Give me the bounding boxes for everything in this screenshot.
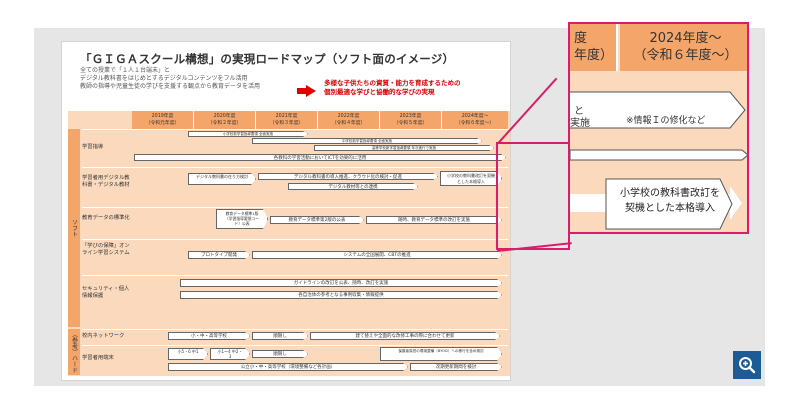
roadmap-bar: 公立小・中・高等学校（環境整備など各計画）	[168, 363, 408, 371]
roadmap-bar: 小学校新学習指導要領 全面実施	[188, 131, 308, 137]
year-label: 2020年度	[213, 114, 236, 119]
roadmap-bar: 次期更新期間を検討	[410, 363, 502, 371]
hard-tab: （参考）ハード	[68, 329, 80, 375]
callout-highlight-line: 契機とした本格導入	[625, 203, 715, 214]
era-label: （令和２年度）	[207, 121, 242, 126]
roadmap-bar: プロトタイプ開発	[188, 251, 250, 259]
year-header-row: 2019年度 （令和元年度） 2020年度 （令和２年度） 2021年度 （令和３年度…	[132, 111, 508, 129]
callout-highlight-line: 小学校の教科書改訂を	[620, 188, 720, 199]
roadmap-bar: 高等学校新学習指導要領 年次進行で実施	[314, 145, 494, 151]
zoom-button[interactable]	[733, 351, 761, 379]
roadmap-bar: 順期し	[252, 332, 308, 340]
soft-tab: ソフト	[68, 129, 80, 327]
red-arrow-icon	[297, 85, 316, 97]
callout-highlight: 小学校の教科書改訂を 契機とした本格導入	[616, 186, 724, 216]
year-header: 2024年度～ （令和６年度～）	[442, 111, 508, 129]
document-subtitle: 教師の指導や児童生徒の学びを支援する観点から教育データを活用	[80, 83, 261, 90]
document-title: 「ＧＩＧＡスクール構想」の実現ロードマップ（ソフト面のイメージ）	[80, 52, 455, 66]
zoom-in-icon	[739, 357, 756, 374]
roadmap-bar: 教育データ標準1版（学習指導要領コード）公表	[216, 209, 268, 229]
era-label: （令和４年度）	[331, 121, 366, 126]
row-label: 教育データの標準化	[82, 215, 130, 221]
row-label: 学習者用デジタル教科書・デジタル教材	[82, 175, 130, 188]
zoom-highlight-box	[496, 142, 570, 250]
year-header: 2019年度 （令和元年度）	[132, 111, 194, 129]
callout-fragment: 実施	[570, 118, 590, 129]
roadmap-bar: 各教科の学習活動においてICTを効果的に活用	[134, 154, 506, 161]
goal-note-line: 多様な子供たちの資質・能力を育成するための	[324, 79, 461, 87]
roadmap-bar: 各自治体の参考となる事例収集・情報提供	[180, 291, 502, 299]
roadmap-bar: デジタル教材等との連携	[288, 183, 418, 190]
year-header: 2021年度 （令和３年度）	[256, 111, 318, 129]
year-label: 2021年度	[275, 114, 298, 119]
roadmap-bar: 順期し	[252, 350, 308, 358]
roadmap-bar: デジタル教科書の在り方検討	[188, 173, 256, 185]
roadmap-bar: 建て替えや全面的な改修工事の際に合わせて更新	[310, 332, 500, 340]
era-label: （令和６年度～）	[455, 121, 495, 126]
year-label: 2022年度	[337, 114, 360, 119]
year-header: 2022年度 （令和４年度）	[318, 111, 380, 129]
document-subtitle: 全ての授業で「１人１台端末」と	[80, 67, 171, 74]
goal-note-line: 個別最適な学びと協働的な学びの実現	[324, 88, 435, 96]
roadmap-document: 「ＧＩＧＡスクール構想」の実現ロードマップ（ソフト面のイメージ） 全ての授業で「…	[62, 42, 570, 380]
roadmap-bar: ガイドラインの改訂を公表、随時、改訂を実施	[180, 279, 502, 287]
roadmap-bar: 小5・6 中1	[168, 348, 208, 360]
row-label: セキュリティ・個人情報保護	[82, 286, 130, 299]
year-label: 2019年度	[151, 114, 174, 119]
row-label: 学習者用端末	[82, 355, 114, 361]
roadmap-bar: 小・中・高等学校	[168, 332, 250, 340]
goal-note: 多様な子供たちの資質・能力を育成するための 個別最適な学びと協働的な学びの実現	[324, 79, 461, 97]
roadmap-bar: 小1～4 中2・3	[210, 348, 250, 360]
roadmap-bar: システムの全国展開、CBTの推進	[252, 251, 502, 259]
era-label: （令和５年度）	[393, 121, 428, 126]
row-label: 校内ネットワーク	[82, 333, 125, 339]
callout-bar	[570, 149, 747, 161]
roadmap-bar: 保護者負担の環境整備（BYOD）への移行を含め検討	[380, 347, 502, 361]
row-label: 学習指導	[82, 144, 104, 150]
era-label: （令和３年度）	[269, 121, 304, 126]
roadmap-bar: 中学校新学習指導要領 全面実施	[252, 138, 482, 144]
callout-note: ※情報Ｉの修化など	[626, 116, 706, 126]
zoom-callout: 度 年度） 2024年度～ （令和６年度～） と 実施 ※情報Ｉの修化など 小学…	[568, 22, 749, 234]
year-label: 2024年度～	[461, 114, 489, 119]
roadmap-bar: 教育データ標準第2版の公表	[270, 216, 364, 224]
row-label: 「学びの保障」オンライン学習システム	[82, 243, 130, 256]
year-label: 2023年度	[399, 114, 422, 119]
roadmap-table: 2019年度 （令和元年度） 2020年度 （令和２年度） 2021年度 （令和３年度…	[68, 111, 510, 376]
year-header: 2023年度 （令和５年度）	[380, 111, 442, 129]
era-label: （令和元年度）	[145, 121, 180, 126]
document-subtitle: デジタル教科書をはじめとするデジタルコンテンツをフル活用	[80, 75, 248, 82]
roadmap-bar: 随時、教育データ標準の改訂を実施	[366, 216, 502, 224]
roadmap-bar: デジタル教科書の導入推進、クラウド化の検討・促進	[258, 173, 438, 180]
roadmap-bar: 小学校の教科書改訂を契機とした本格導入	[440, 171, 502, 186]
year-header: 2020年度 （令和２年度）	[194, 111, 256, 129]
